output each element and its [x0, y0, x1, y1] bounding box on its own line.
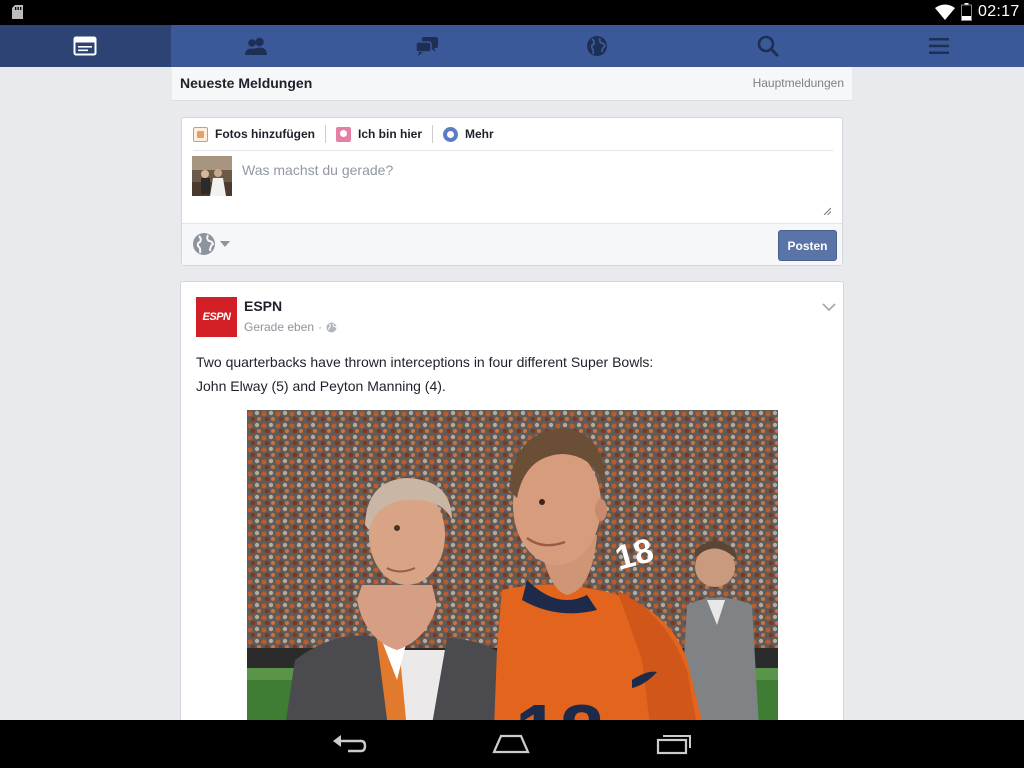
add-photos-label: Fotos hinzufügen: [215, 127, 315, 141]
more-button[interactable]: Mehr: [443, 125, 504, 143]
globe-icon: [193, 233, 215, 255]
home-icon[interactable]: [491, 730, 531, 758]
post-button[interactable]: Posten: [778, 230, 837, 261]
story-meta: Gerade eben ·: [244, 320, 337, 334]
news-feed-icon: [73, 36, 97, 56]
more-label: Mehr: [465, 127, 494, 141]
status-composer: Fotos hinzufügen Ich bin hier Mehr Was m…: [181, 117, 843, 266]
feed-title: Neueste Meldungen: [180, 75, 313, 91]
espn-logo[interactable]: ESPN: [196, 297, 237, 337]
caret-down-icon: [220, 241, 230, 247]
check-in-button[interactable]: Ich bin hier: [335, 125, 433, 143]
resize-grip-icon[interactable]: [823, 207, 831, 215]
composer-actions: Fotos hinzufügen Ich bin hier Mehr: [193, 118, 833, 151]
menu-icon: [928, 38, 949, 54]
friends-icon: [244, 37, 267, 55]
back-icon[interactable]: [330, 730, 370, 758]
status-input[interactable]: [242, 162, 832, 216]
tab-menu[interactable]: [853, 25, 1024, 67]
clock: 02:17: [978, 3, 1020, 20]
feed-header: Neueste Meldungen Hauptmeldungen: [172, 67, 852, 101]
logo-text: ESPN: [202, 311, 231, 323]
status-bar: 02:17: [0, 0, 1024, 25]
avatar: [192, 156, 232, 196]
android-nav-bar: [0, 720, 1024, 768]
page-name[interactable]: ESPN: [244, 298, 282, 314]
globe-icon: [587, 36, 608, 56]
story-photo[interactable]: 18 18: [247, 410, 778, 768]
photo-icon: [193, 126, 208, 142]
messages-icon: [414, 37, 438, 56]
photo-two-men-stadium: 18 18: [247, 410, 778, 768]
top-stories-link[interactable]: Hauptmeldungen: [753, 76, 844, 90]
tab-search[interactable]: [683, 25, 854, 67]
tab-friend-requests[interactable]: [171, 25, 342, 67]
meta-separator: ·: [318, 320, 323, 334]
story-text: Two quarterbacks have thrown interceptio…: [196, 350, 826, 398]
recent-apps-icon[interactable]: [654, 730, 694, 758]
privacy-selector[interactable]: [192, 232, 230, 256]
story-timestamp[interactable]: Gerade eben: [244, 320, 314, 334]
story-text-line: Two quarterbacks have thrown interceptio…: [196, 354, 654, 370]
search-icon: [757, 35, 779, 57]
wifi-icon: [935, 4, 955, 20]
tab-messages[interactable]: [341, 25, 512, 67]
top-nav-bar: [0, 25, 1024, 67]
avatar-photo: [192, 156, 232, 196]
add-photos-button[interactable]: Fotos hinzufügen: [193, 125, 326, 143]
check-in-label: Ich bin hier: [357, 127, 422, 141]
feed-story: ESPN ESPN Gerade eben · Two quarterbacks…: [180, 281, 844, 768]
battery-icon: [961, 3, 972, 21]
public-globe-icon: [326, 322, 337, 332]
tab-news-feed[interactable]: [0, 25, 171, 67]
sd-card-icon: [12, 5, 23, 19]
chevron-down-icon[interactable]: [822, 302, 836, 312]
story-text-line: John Elway (5) and Peyton Manning (4).: [196, 378, 446, 394]
tab-notifications[interactable]: [512, 25, 683, 67]
smiley-icon: [443, 126, 458, 142]
location-pin-icon: [335, 126, 351, 142]
composer-footer: Posten: [182, 223, 842, 265]
